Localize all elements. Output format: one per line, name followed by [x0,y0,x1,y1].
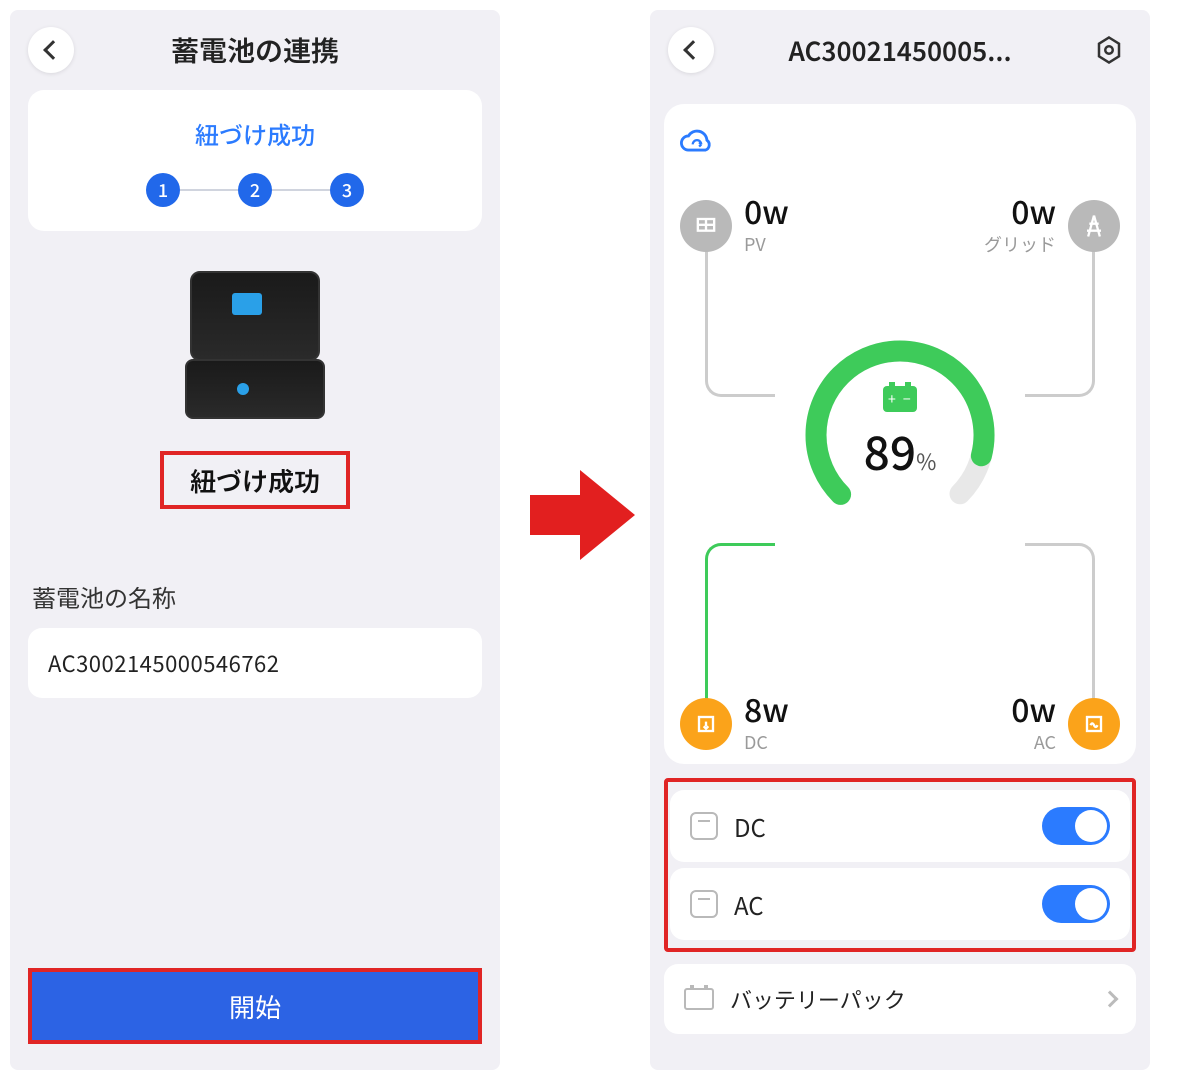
chevron-left-icon [683,40,703,60]
output-toggles-highlight: DC AC [664,778,1136,952]
progress-steps-card: 紐づけ成功 1 2 3 [28,90,482,231]
back-button[interactable] [28,27,74,73]
device-image [180,271,330,431]
grid-label: グリッド [984,231,1056,257]
wire-pv [705,247,775,397]
device-status-screen: AC30021450005... 0w [650,10,1150,1070]
ac-port-icon [690,890,718,918]
pairing-success-badge: 紐づけ成功 [160,451,350,509]
percent-symbol: % [916,445,936,477]
dc-watts: 8w [744,693,789,725]
wire-dc [705,543,775,703]
ac-label: AC [1011,729,1056,755]
gear-icon [1094,35,1124,65]
step-2: 2 [238,173,272,207]
header: AC30021450005... [650,10,1150,90]
device-name-label: 蓄電池の名称 [32,579,478,614]
settings-button[interactable] [1086,27,1132,73]
start-button[interactable]: 開始 [32,972,478,1040]
dc-label: DC [744,729,789,755]
dc-output: 8w DC [680,693,789,755]
wire-grid [1025,247,1095,397]
ac-output: 0w AC [1011,693,1120,755]
battery-percent-value: 89 [864,418,916,484]
battery-pack-icon [684,988,714,1010]
dc-toggle-row: DC [670,790,1130,862]
dc-toggle-label: DC [734,809,1026,844]
arrow-right-icon [530,470,640,560]
dc-port-icon [690,812,718,840]
grid-watts: 0w [984,195,1056,227]
pv-label: PV [744,231,789,257]
cloud-sync-icon [680,126,714,160]
dc-output-icon [680,698,732,750]
battery-gauge: 89% [795,330,1005,540]
steps-title: 紐づけ成功 [48,116,462,151]
ac-toggle-row: AC [670,868,1130,940]
page-title: 蓄電池の連携 [74,30,436,70]
pairing-screen: 蓄電池の連携 紐づけ成功 1 2 3 紐づけ成功 蓄電池の名称 AC300214… [10,10,500,1070]
ac-watts: 0w [1011,693,1056,725]
grid-tower-icon [1068,200,1120,252]
battery-pack-label: バッテリーパック [730,983,1088,1015]
back-button[interactable] [668,27,714,73]
pv-input: 0w PV [680,195,789,257]
solar-panel-icon [680,200,732,252]
page-title: AC30021450005... [714,32,1086,69]
power-flow-card: 0w PV 0w グリッド 8w [664,104,1136,764]
chevron-right-icon [1102,991,1119,1008]
grid-input: 0w グリッド [984,195,1120,257]
chevron-left-icon [43,40,63,60]
wire-ac [1025,543,1095,703]
step-3: 3 [330,173,364,207]
header: 蓄電池の連携 [10,10,500,90]
step-1: 1 [146,173,180,207]
power-flow-diagram: 0w PV 0w グリッド 8w [680,195,1120,755]
battery-icon [883,386,917,412]
ac-toggle-switch[interactable] [1042,885,1110,923]
ac-toggle-label: AC [734,887,1026,922]
device-name-field[interactable]: AC3002145000546762 [28,628,482,698]
steps-row: 1 2 3 [48,173,462,207]
ac-output-icon [1068,698,1120,750]
pv-watts: 0w [744,195,789,227]
start-button-highlight: 開始 [28,968,482,1044]
battery-pack-row[interactable]: バッテリーパック [664,964,1136,1034]
dc-toggle-switch[interactable] [1042,807,1110,845]
